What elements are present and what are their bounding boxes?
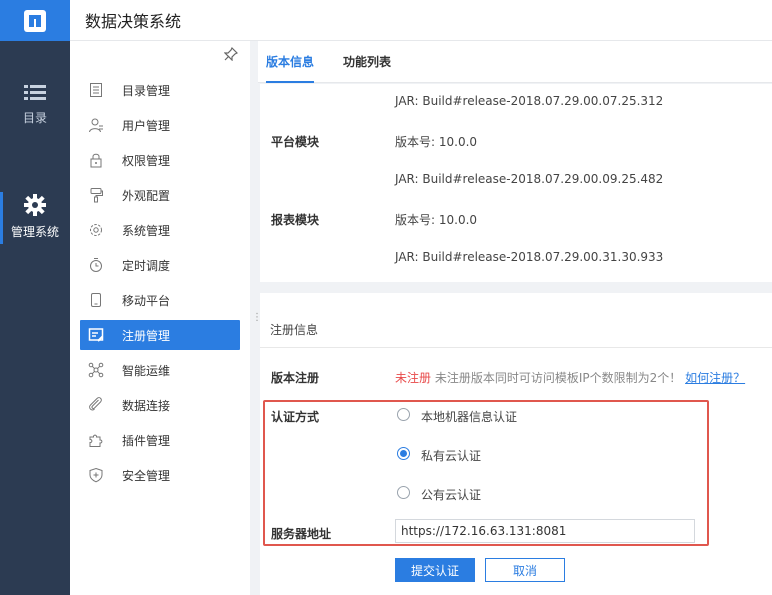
rail-item-directory[interactable]: 目录 bbox=[0, 84, 70, 126]
sidebar-item-label: 注册管理 bbox=[122, 328, 171, 343]
radio-public-cloud[interactable] bbox=[397, 486, 410, 499]
server-address-label: 服务器地址 bbox=[271, 527, 332, 541]
directory-icon bbox=[90, 83, 102, 97]
sidebar-item-schedule[interactable]: 定时调度 bbox=[80, 250, 240, 280]
cancel-button[interactable]: 取消 bbox=[485, 558, 565, 582]
how-to-register-link[interactable]: 如何注册？ bbox=[685, 371, 745, 385]
sidebar-item-label: 目录管理 bbox=[122, 83, 171, 98]
sidebar-item-label: 定时调度 bbox=[122, 258, 171, 273]
sidebar-item-label: 外观配置 bbox=[122, 188, 171, 203]
sidebar-item-label: 数据连接 bbox=[122, 398, 171, 413]
registration-section-title: 注册信息 bbox=[270, 323, 319, 337]
sidebar-item-registration[interactable]: 注册管理 bbox=[80, 320, 240, 350]
shield-icon bbox=[89, 467, 103, 483]
user-icon bbox=[89, 118, 103, 133]
app-title: 数据决策系统 bbox=[85, 12, 182, 31]
sidebar-item-label: 移动平台 bbox=[122, 293, 171, 308]
platform-module-label: 平台模块 bbox=[271, 135, 320, 149]
register-icon bbox=[88, 328, 104, 342]
sidebar-item-label: 插件管理 bbox=[122, 433, 171, 448]
app-rail: 目录 管理系统 bbox=[0, 0, 70, 595]
gear-icon bbox=[24, 194, 46, 216]
pin-icon[interactable] bbox=[224, 47, 238, 61]
brush-icon bbox=[90, 188, 103, 203]
radio-private-cloud-label[interactable]: 私有云认证 bbox=[421, 447, 481, 464]
radio-local-auth[interactable] bbox=[397, 408, 410, 421]
platform-version: 版本号: 10.0.0 bbox=[395, 135, 478, 149]
sidebar-item-label: 权限管理 bbox=[122, 153, 171, 168]
sidebar-item-system[interactable]: 系统管理 bbox=[80, 215, 240, 245]
logo-icon bbox=[24, 9, 46, 32]
puzzle-icon bbox=[89, 434, 103, 447]
app-header: 数据决策系统 bbox=[70, 0, 772, 41]
report-version: 版本号: 10.0.0 bbox=[395, 213, 478, 227]
mobile-icon bbox=[91, 293, 101, 307]
sidebar-item-label: 用户管理 bbox=[122, 118, 171, 133]
report-module-label: 报表模块 bbox=[271, 213, 320, 227]
platform-jar: JAR: Build#release-2018.07.29.00.09.25.4… bbox=[395, 172, 664, 186]
app-logo[interactable] bbox=[0, 0, 70, 41]
version-info-panel: JAR: Build#release-2018.07.29.00.07.25.3… bbox=[260, 84, 772, 282]
sidebar-item-label: 安全管理 bbox=[122, 468, 171, 483]
section-divider bbox=[260, 347, 772, 348]
sidebar-item-security[interactable]: 安全管理 bbox=[80, 460, 240, 490]
timer-icon bbox=[90, 258, 102, 272]
tab-bar: 版本信息 功能列表 bbox=[258, 41, 772, 83]
rail-item-label: 目录 bbox=[22, 111, 47, 125]
version-registration-label: 版本注册 bbox=[271, 371, 320, 385]
sidebar-item-directory[interactable]: 目录管理 bbox=[80, 75, 240, 105]
submit-auth-button[interactable]: 提交认证 bbox=[395, 558, 475, 582]
link-icon bbox=[89, 397, 102, 411]
sidebar-item-ops[interactable]: 智能运维 bbox=[80, 355, 240, 385]
tab-feature-list[interactable]: 功能列表 bbox=[343, 41, 391, 83]
radio-local-auth-label[interactable]: 本地机器信息认证 bbox=[421, 408, 517, 425]
sidebar-item-appearance[interactable]: 外观配置 bbox=[80, 180, 240, 210]
tab-version-info[interactable]: 版本信息 bbox=[266, 41, 315, 83]
registration-hint: 未注册版本同时可访问模板IP个数限制为2个！ bbox=[434, 371, 682, 385]
sidebar-item-users[interactable]: 用户管理 bbox=[80, 110, 240, 140]
rail-item-label: 管理系统 bbox=[10, 225, 59, 239]
sidebar-item-label: 智能运维 bbox=[122, 363, 171, 378]
registration-status: 未注册 bbox=[395, 371, 432, 385]
network-icon bbox=[88, 362, 104, 378]
sidebar-item-data-connection[interactable]: 数据连接 bbox=[80, 390, 240, 420]
rail-item-management[interactable]: 管理系统 bbox=[0, 192, 70, 244]
sidebar-item-mobile[interactable]: 移动平台 bbox=[80, 285, 240, 315]
registration-status-line: 未注册 未注册版本同时可访问模板IP个数限制为2个！ 如何注册？ bbox=[395, 369, 745, 386]
registration-panel: 注册信息 版本注册 未注册 未注册版本同时可访问模板IP个数限制为2个！ 如何注… bbox=[260, 293, 772, 595]
lock-icon bbox=[90, 153, 102, 168]
report-jar: JAR: Build#release-2018.07.29.00.31.30.9… bbox=[395, 250, 664, 264]
auth-method-label: 认证方式 bbox=[271, 410, 320, 424]
sidebar: 目录管理 用户管理 权限管理 外观配置 系统管理 定时调度 移动平台 注册管理 … bbox=[70, 41, 250, 595]
list-icon bbox=[24, 85, 46, 100]
sidebar-item-permissions[interactable]: 权限管理 bbox=[80, 145, 240, 175]
sidebar-item-plugins[interactable]: 插件管理 bbox=[80, 425, 240, 455]
server-address-input[interactable] bbox=[395, 519, 695, 543]
jar-build-top: JAR: Build#release-2018.07.29.00.07.25.3… bbox=[395, 94, 664, 108]
sidebar-item-label: 系统管理 bbox=[122, 223, 171, 238]
radio-private-cloud[interactable] bbox=[397, 447, 410, 460]
gear-icon bbox=[90, 224, 102, 236]
radio-public-cloud-label[interactable]: 公有云认证 bbox=[421, 486, 481, 503]
